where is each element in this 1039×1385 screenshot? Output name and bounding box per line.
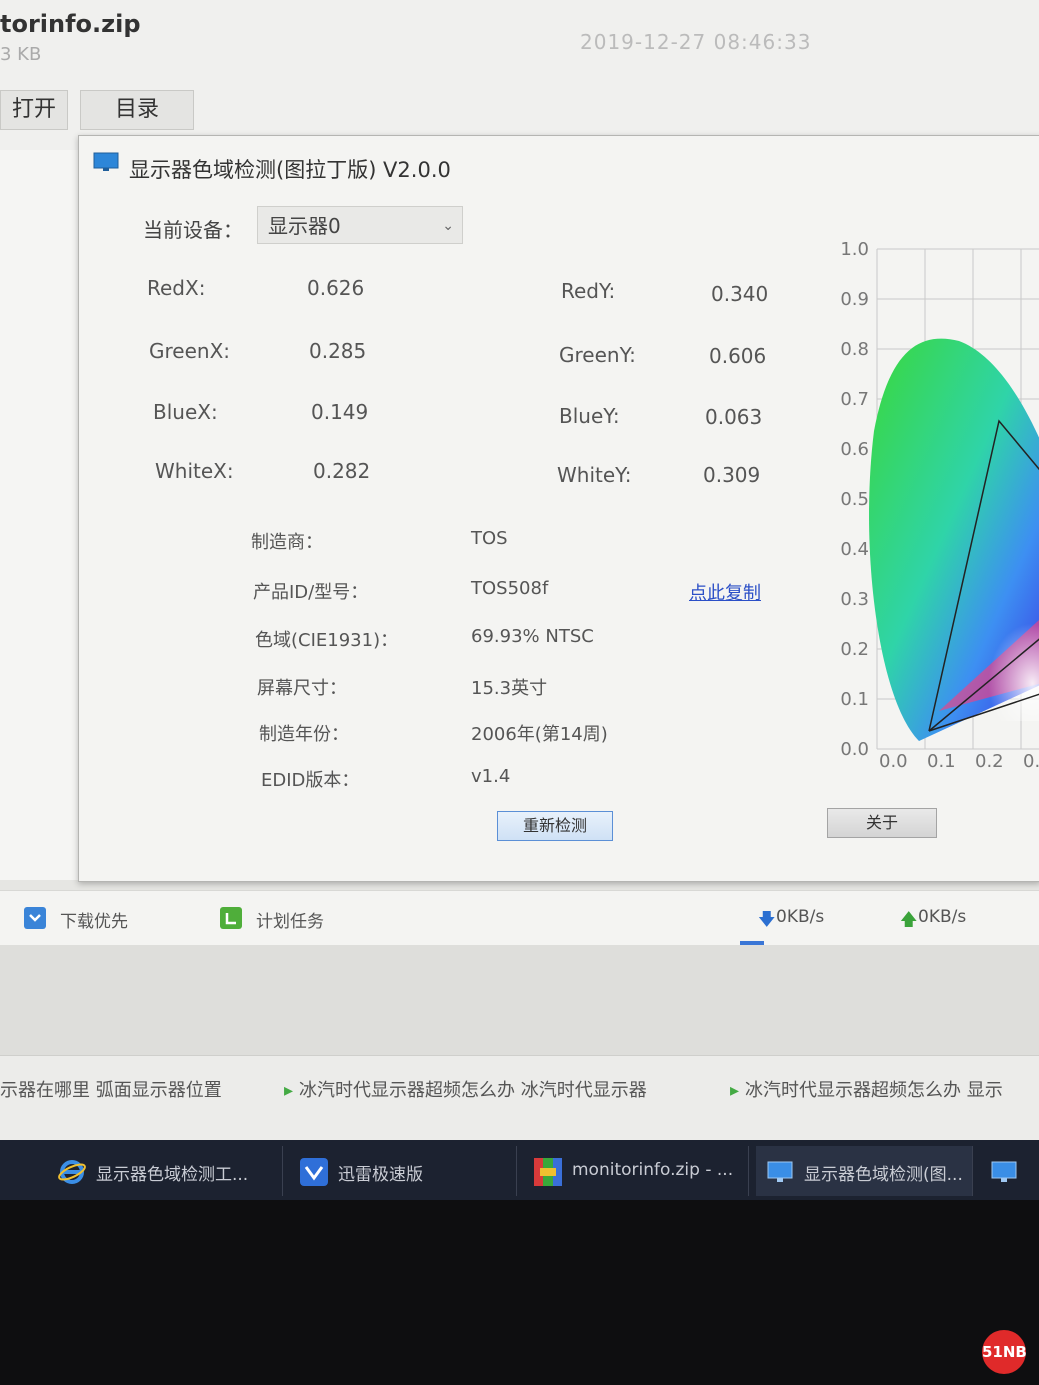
- archive-file-date: 2019-12-27 08:46:33: [580, 30, 812, 54]
- taskbar-item-archive[interactable]: monitorinfo.zip - ...: [524, 1146, 749, 1196]
- monitor-icon: [991, 1161, 1017, 1182]
- monitor-app-icon: [93, 152, 119, 171]
- archive-left-pane: [0, 150, 78, 880]
- watermark-badge: 51NB: [982, 1330, 1027, 1374]
- gamut-value: 69.93% NTSC: [471, 626, 594, 647]
- greenx-label: GreenX:: [149, 339, 231, 363]
- archive-icon: [534, 1158, 562, 1186]
- download-priority-label[interactable]: 下载优先: [60, 907, 128, 932]
- edid-version-value: v1.4: [471, 766, 511, 787]
- gamut-label: 色域(CIE1931)：: [255, 630, 399, 651]
- y-tick-label: 0.2: [840, 639, 869, 660]
- y-tick-label: 1.0: [840, 239, 869, 260]
- bluex-label: BlueX:: [153, 400, 218, 424]
- y-tick-label: 0.1: [840, 689, 869, 710]
- manufacture-year-value: 2006年(第14周): [471, 724, 608, 745]
- whitex-value: 0.282: [313, 459, 371, 483]
- product-id-value: TOS508f: [471, 578, 549, 599]
- y-tick-label: 0.0: [840, 739, 869, 760]
- scheduled-task-icon: [220, 907, 242, 929]
- dialog-titlebar[interactable]: 显示器色域检测(图拉丁版) V2.0.0: [79, 136, 1039, 196]
- greeny-value: 0.606: [709, 344, 767, 368]
- redy-label: RedY:: [561, 279, 616, 303]
- greenx-value: 0.285: [309, 339, 367, 363]
- copy-link[interactable]: 点此复制: [689, 579, 761, 605]
- bluey-label: BlueY:: [559, 404, 620, 428]
- device-label: 当前设备：: [143, 218, 243, 242]
- taskbar-label: monitorinfo.zip - ...: [572, 1160, 734, 1180]
- redx-label: RedX:: [147, 276, 206, 300]
- redy-value: 0.340: [711, 282, 769, 306]
- archive-file-size: 3 KB: [0, 44, 42, 65]
- screen-size-value: 15.3英寸: [471, 678, 548, 699]
- download-statusbar: 下载优先 计划任务 🡇 0KB/s 🡅 0KB/s: [0, 890, 1039, 946]
- y-tick-label: 0.5: [840, 489, 869, 510]
- device-select-value: 显示器0: [268, 214, 341, 238]
- greeny-label: GreenY:: [559, 343, 636, 367]
- screen-bezel: [0, 1200, 1039, 1385]
- related-link[interactable]: ▸ 冰汽时代显示器超频怎么办 显示: [730, 1076, 1003, 1102]
- screen-size-label: 屏幕尺寸：: [257, 678, 347, 699]
- page-gap: [0, 945, 1039, 1055]
- upload-speed: 0KB/s: [918, 907, 967, 927]
- taskbar-item-overflow[interactable]: [980, 1146, 1039, 1196]
- taskbar: 显示器色域检测工... 迅雷极速版 monitorinfo.zip - ... …: [0, 1140, 1039, 1200]
- thunder-icon: [300, 1158, 328, 1186]
- download-priority-icon: [24, 907, 46, 929]
- whitey-label: WhiteY:: [557, 463, 632, 487]
- monitor-icon: [767, 1161, 793, 1182]
- y-tick-label: 0.8: [840, 339, 869, 360]
- ie-icon: [58, 1160, 86, 1184]
- whitex-label: WhiteX:: [155, 459, 234, 483]
- taskbar-item-gamut-dialog[interactable]: 显示器色域检测(图...: [756, 1146, 973, 1196]
- taskbar-item-gamut-tool[interactable]: 显示器色域检测工...: [48, 1146, 283, 1196]
- directory-button[interactable]: 目录: [80, 90, 194, 130]
- about-button[interactable]: 关于: [827, 808, 937, 838]
- redx-value: 0.626: [307, 276, 365, 300]
- download-speed: 0KB/s: [776, 907, 825, 927]
- bluey-value: 0.063: [705, 405, 763, 429]
- down-arrow-icon: 🡇: [758, 910, 776, 930]
- related-link[interactable]: ▸ 冰汽时代显示器超频怎么办 冰汽时代显示器: [284, 1076, 647, 1102]
- bullet-icon: ▸: [730, 1080, 740, 1101]
- related-links-bar: 示器在哪里 弧面显示器位置 ▸ 冰汽时代显示器超频怎么办 冰汽时代显示器 ▸ 冰汽时…: [0, 1055, 1039, 1141]
- gamut-dialog: 显示器色域检测(图拉丁版) V2.0.0 当前设备： 显示器0 ⌄ RedX: …: [78, 135, 1039, 882]
- open-button[interactable]: 打开: [0, 90, 68, 130]
- whitey-value: 0.309: [703, 463, 761, 487]
- bluex-value: 0.149: [311, 400, 369, 424]
- taskbar-label: 显示器色域检测工...: [96, 1165, 249, 1185]
- up-arrow-icon: 🡅: [900, 910, 918, 930]
- x-tick-label: 0.2: [975, 751, 1004, 771]
- archive-window-header: torinfo.zip 3 KB 2019-12-27 08:46:33 打开 …: [0, 0, 1039, 150]
- related-link[interactable]: 示器在哪里 弧面显示器位置: [0, 1076, 222, 1102]
- y-tick-label: 0.6: [840, 439, 869, 460]
- chevron-down-icon: ⌄: [442, 218, 454, 234]
- cie-chart: 1.0 0.9 0.8 0.7 0.6 0.5 0.4 0.3 0.2 0.1 0.0 0.0 0.1…: [840, 239, 1039, 771]
- y-tick-label: 0.9: [840, 289, 869, 310]
- device-select[interactable]: 显示器0 ⌄: [257, 206, 463, 244]
- y-tick-label: 0.7: [840, 389, 869, 410]
- manufacturer-value: TOS: [471, 528, 508, 549]
- x-tick-label: 0.0: [879, 751, 908, 771]
- taskbar-item-thunder[interactable]: 迅雷极速版: [290, 1146, 517, 1196]
- product-id-label: 产品ID/型号：: [253, 582, 369, 603]
- dialog-title: 显示器色域检测(图拉丁版) V2.0.0: [129, 158, 451, 182]
- manufacture-year-label: 制造年份：: [259, 724, 349, 745]
- redetect-button[interactable]: 重新检测: [497, 811, 613, 841]
- taskbar-label: 迅雷极速版: [338, 1165, 423, 1185]
- edid-version-label: EDID版本：: [261, 770, 360, 791]
- x-tick-label: 0.3: [1023, 751, 1039, 771]
- y-tick-label: 0.4: [840, 539, 869, 560]
- manufacturer-label: 制造商：: [251, 532, 323, 553]
- bullet-icon: ▸: [284, 1080, 294, 1101]
- archive-file-name: torinfo.zip: [0, 10, 141, 38]
- x-tick-label: 0.1: [927, 751, 956, 771]
- scheduled-task-label[interactable]: 计划任务: [256, 907, 324, 932]
- taskbar-label: 显示器色域检测(图...: [804, 1165, 963, 1185]
- y-tick-label: 0.3: [840, 589, 869, 610]
